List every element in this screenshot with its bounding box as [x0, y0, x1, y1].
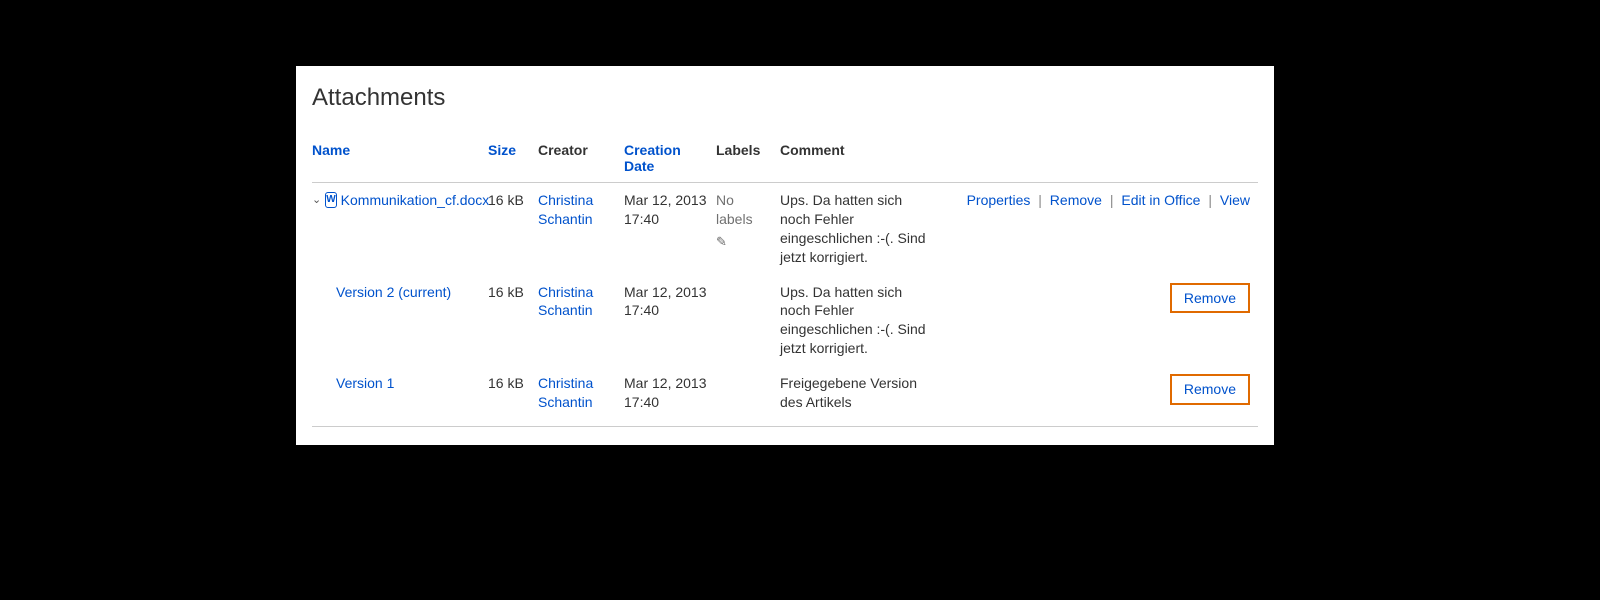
action-separator: | — [1204, 192, 1216, 208]
version-comment: Ups. Da hatten sich noch Fehler eingesch… — [780, 275, 940, 367]
version-size: 16 kB — [488, 366, 538, 426]
version-date: Mar 12, 2013 17:40 — [624, 366, 716, 426]
attachment-comment: Ups. Da hatten sich noch Fehler eingesch… — [780, 183, 940, 275]
version-size: 16 kB — [488, 275, 538, 367]
attachment-labels-text: No labels — [716, 192, 753, 227]
version-row: Version 1 16 kB Christina Schantin Mar 1… — [312, 366, 1258, 426]
col-header-size[interactable]: Size — [488, 136, 538, 183]
col-header-labels: Labels — [716, 136, 780, 183]
page-title: Attachments — [312, 84, 1258, 112]
attachment-name-cell: ⌄ W Kommunikation_cf.docx — [312, 191, 480, 210]
attachment-creator-link[interactable]: Christina Schantin — [538, 192, 593, 227]
expand-toggle-icon[interactable]: ⌄ — [312, 191, 321, 209]
action-separator: | — [1034, 192, 1046, 208]
version-link[interactable]: Version 2 (current) — [336, 283, 451, 302]
col-header-comment: Comment — [780, 136, 940, 183]
attachment-actions: Properties | Remove | Edit in Office | V… — [940, 183, 1258, 275]
col-header-creator: Creator — [538, 136, 624, 183]
edit-labels-icon[interactable]: ✎ — [716, 233, 727, 251]
version-labels — [716, 366, 780, 426]
action-remove[interactable]: Remove — [1050, 192, 1102, 208]
attachment-size: 16 kB — [488, 183, 538, 275]
action-edit-in-office[interactable]: Edit in Office — [1121, 192, 1200, 208]
version-remove-button[interactable]: Remove — [1170, 283, 1250, 314]
word-doc-icon: W — [325, 192, 336, 208]
attachment-filename-link[interactable]: Kommunikation_cf.docx — [341, 191, 490, 210]
version-remove-button[interactable]: Remove — [1170, 374, 1250, 405]
attachment-date: Mar 12, 2013 17:40 — [624, 183, 716, 275]
col-header-actions — [940, 136, 1258, 183]
version-name-cell: Version 1 — [312, 374, 480, 393]
col-header-creation-date[interactable]: Creation Date — [624, 136, 716, 183]
version-creator-link[interactable]: Christina Schantin — [538, 284, 593, 319]
version-creator-link[interactable]: Christina Schantin — [538, 375, 593, 410]
version-row: Version 2 (current) 16 kB Christina Scha… — [312, 275, 1258, 367]
attachments-panel: Attachments Name Size Creator Creation D… — [296, 66, 1274, 445]
table-header-row: Name Size Creator Creation Date Labels C… — [312, 136, 1258, 183]
attachments-table: Name Size Creator Creation Date Labels C… — [312, 136, 1258, 427]
action-properties[interactable]: Properties — [967, 192, 1031, 208]
version-comment: Freigegebene Version des Artikels — [780, 366, 940, 426]
action-view[interactable]: View — [1220, 192, 1250, 208]
action-separator: | — [1106, 192, 1118, 208]
version-date: Mar 12, 2013 17:40 — [624, 275, 716, 367]
version-labels — [716, 275, 780, 367]
version-link[interactable]: Version 1 — [336, 374, 394, 393]
col-header-name[interactable]: Name — [312, 136, 488, 183]
version-actions: Remove — [940, 366, 1258, 426]
version-name-cell: Version 2 (current) — [312, 283, 480, 302]
version-actions: Remove — [940, 275, 1258, 367]
attachment-row: ⌄ W Kommunikation_cf.docx 16 kB Christin… — [312, 183, 1258, 275]
